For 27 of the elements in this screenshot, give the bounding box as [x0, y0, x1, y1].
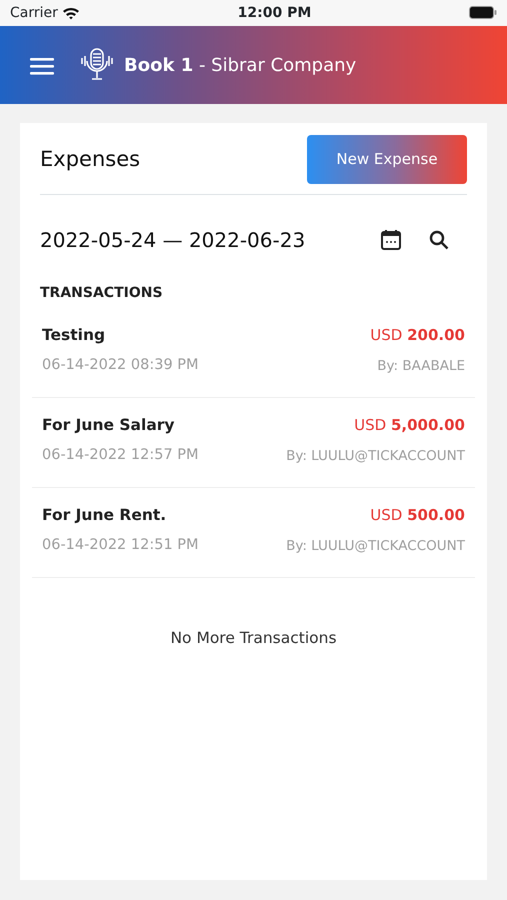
transaction-author: By: BAABALE	[377, 357, 465, 376]
carrier-label: Carrier	[10, 4, 58, 22]
transaction-title: Testing	[42, 325, 106, 346]
transaction-row[interactable]: For June Rent. USD 500.00 06-14-2022 12:51 PM By: LUULU@TICKACCOUNT	[32, 488, 475, 578]
microphone-icon	[78, 48, 116, 82]
section-heading: TRANSACTIONS	[40, 284, 164, 303]
wifi-icon	[62, 6, 80, 20]
transaction-row[interactable]: Testing USD 200.00 06-14-2022 08:39 PM By: BAABALE	[32, 308, 475, 398]
transaction-amount: USD 500.00	[370, 505, 465, 526]
date-range[interactable]: 2022-05-24 — 2022-06-23	[40, 225, 306, 255]
transaction-amount: USD 5,000.00	[354, 415, 465, 436]
transaction-author: By: LUULU@TICKACCOUNT	[286, 537, 465, 556]
transaction-author: By: LUULU@TICKACCOUNT	[286, 447, 465, 466]
calendar-button[interactable]	[379, 228, 403, 252]
header-title: Book 1 - Sibrar Company	[124, 54, 356, 78]
new-expense-button[interactable]: New Expense	[307, 135, 467, 184]
transaction-title: For June Salary	[42, 415, 175, 436]
battery-icon	[469, 6, 497, 20]
transaction-date: 06-14-2022 08:39 PM	[42, 356, 199, 376]
transaction-row[interactable]: For June Salary USD 5,000.00 06-14-2022 12:57 PM By: LUULU@TICKACCOUNT	[32, 398, 475, 488]
time-label: 12:00 PM	[238, 4, 312, 22]
transaction-title: For June Rent.	[42, 505, 166, 526]
transaction-amount: USD 200.00	[370, 325, 465, 346]
transaction-date: 06-14-2022 12:51 PM	[42, 536, 199, 556]
page-title: Expenses	[40, 146, 140, 173]
transaction-date: 06-14-2022 12:57 PM	[42, 446, 199, 466]
end-of-list-note: No More Transactions	[170, 629, 337, 647]
